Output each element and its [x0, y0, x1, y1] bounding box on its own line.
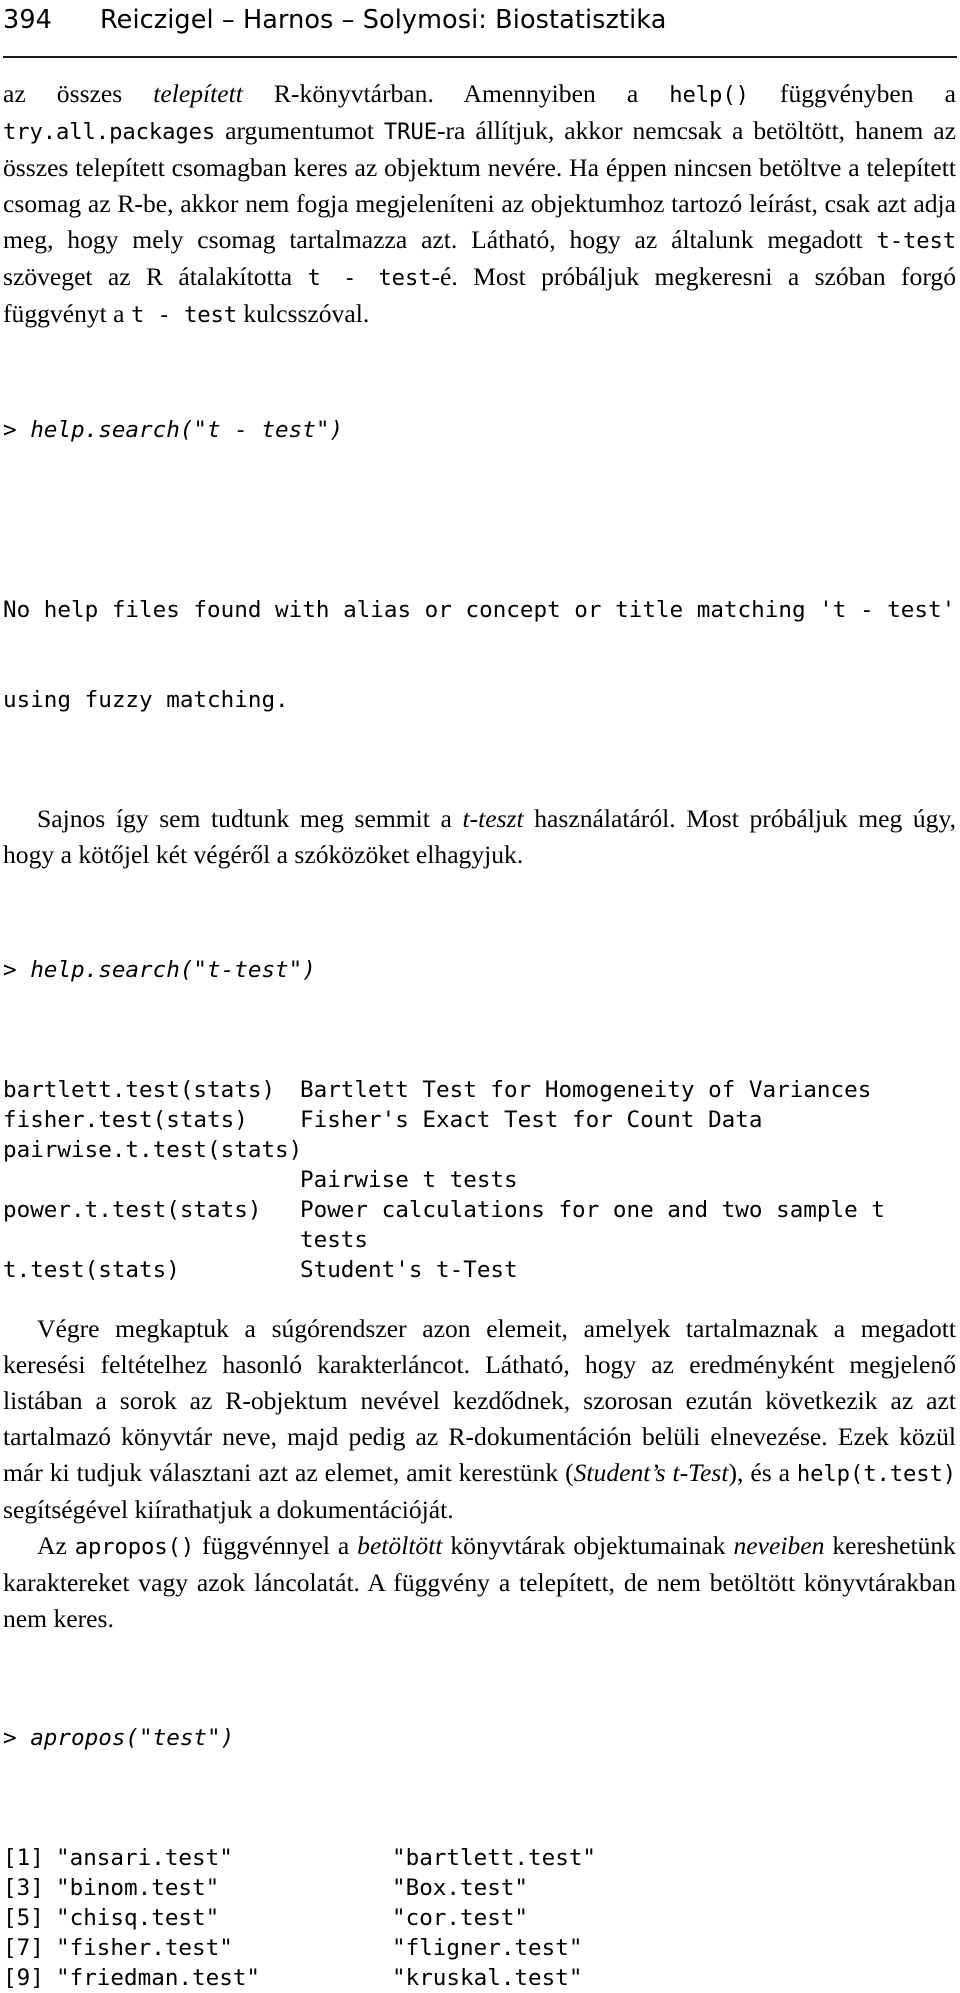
help-result-description: Student's t-Test [300, 1257, 518, 1283]
paragraph-1: az összes telepített R-könyvtárban. Amen… [3, 76, 956, 333]
code-output-1: No help files found with alias or concep… [3, 535, 960, 775]
p1-seg8-code: TRUE [383, 119, 437, 145]
apropos-result-col2: "Box.test" [392, 1875, 529, 1901]
p1-seg7: argumentumot [215, 116, 384, 145]
code-line: > help.search("t-test") [3, 957, 316, 983]
apropos-result-col2: "cor.test" [392, 1905, 529, 1931]
p1-seg3: R-könyvtárban. Amennyiben a [242, 79, 670, 108]
help-result-row: tests [3, 1225, 960, 1255]
p3-seg2-italic: Student’s t-Test [573, 1458, 729, 1487]
apropos-result-col2: "kruskal.test" [392, 1965, 583, 1991]
help-result-description: tests [300, 1227, 369, 1253]
apropos-results-list: [1] "ansari.test" "bartlett.test" [3] "binom… [3, 1843, 960, 1993]
p4-seg6-italic: neveiben [733, 1531, 825, 1560]
apropos-result-col2: "fligner.test" [392, 1935, 583, 1961]
help-result-name: pairwise.t.test(stats) [3, 1137, 303, 1163]
apropos-result-col1: "fisher.test" [56, 1935, 233, 1961]
help-result-description: Bartlett Test for Homogeneity of Varianc… [300, 1077, 872, 1103]
p1-seg5: függvényben a [748, 79, 956, 108]
apropos-result-col1: "chisq.test" [56, 1905, 220, 1931]
code-input-1: > help.search("t - test") [3, 355, 960, 505]
apropos-result-col2: "bartlett.test" [392, 1845, 597, 1871]
paragraph-2-block: Sajnos így sem tudtunk meg semmit a t-te… [3, 801, 956, 873]
p1-seg4-code: help() [669, 82, 749, 108]
apropos-result-row: [9] "friedman.test" "kruskal.test" [3, 1963, 960, 1993]
p1-seg11: szöveget az R átalakította [3, 262, 308, 291]
help-result-row: fisher.test(stats) Fisher's Exact Test fo… [3, 1105, 960, 1135]
help-result-name: bartlett.test(stats) [3, 1077, 276, 1103]
document-page: 394 Reiczigel – Harnos – Solymosi: Biost… [0, 0, 960, 1991]
paragraph-1-block: az összes telepített R-könyvtárban. Amen… [3, 76, 956, 333]
apropos-result-row: [7] "fisher.test" "fligner.test" [3, 1933, 960, 1963]
paragraph-2: Sajnos így sem tudtunk meg semmit a t-te… [3, 801, 956, 873]
apropos-result-index: [3] [3, 1875, 44, 1901]
apropos-result-col1: "binom.test" [56, 1875, 220, 1901]
p4-seg5: könyvtárak objektumainak [442, 1531, 734, 1560]
help-result-row: pairwise.t.test(stats) [3, 1135, 960, 1165]
p3-seg3: ), és a [728, 1458, 797, 1487]
p4-seg4-italic: betöltött [357, 1531, 443, 1560]
code-input-2: > help.search("t-test") [3, 895, 960, 1045]
apropos-result-row: [5] "chisq.test" "cor.test" [3, 1903, 960, 1933]
apropos-result-row: [1] "ansari.test" "bartlett.test" [3, 1843, 960, 1873]
help-result-description: Fisher's Exact Test for Count Data [300, 1107, 763, 1133]
help-search-results-table: bartlett.test(stats) Bartlett Test for Ho… [3, 1075, 960, 1285]
code-line: using fuzzy matching. [3, 687, 289, 713]
p4-seg2-code: apropos() [74, 1534, 195, 1560]
p2-seg2-italic: t-teszt [462, 804, 524, 833]
page-number: 394 [3, 5, 52, 35]
help-result-name: power.t.test(stats) [3, 1197, 262, 1223]
paragraph-4: Az apropos() függvénnyel a betöltött kön… [3, 1528, 956, 1637]
p1-seg10-code: t-test [876, 228, 956, 254]
help-result-row: bartlett.test(stats) Bartlett Test for Ho… [3, 1075, 960, 1105]
apropos-result-col1: "ansari.test" [56, 1845, 233, 1871]
p3-seg5: segítségével kiírathatjuk a dokumentáció… [3, 1495, 454, 1524]
running-head: 394 Reiczigel – Harnos – Solymosi: Biost… [3, 0, 957, 58]
p1-seg1: az összes [3, 79, 154, 108]
running-title: Reiczigel – Harnos – Solymosi: Biostatis… [100, 5, 667, 35]
p2-seg1: Sajnos így sem tudtunk meg semmit a [37, 804, 463, 833]
help-result-row: power.t.test(stats) Power calculations fo… [3, 1195, 960, 1225]
p1-seg6-code: try.all.packages [3, 119, 216, 145]
apropos-result-row: [3] "binom.test" "Box.test" [3, 1873, 960, 1903]
apropos-result-col1: "friedman.test" [56, 1965, 261, 1991]
paragraph-3: Végre megkaptuk a súgórendszer azon elem… [3, 1311, 956, 1528]
apropos-result-index: [9] [3, 1965, 44, 1991]
p1-seg2-italic: telepített [153, 79, 243, 108]
apropos-result-index: [7] [3, 1935, 44, 1961]
help-result-row: Pairwise t tests [3, 1165, 960, 1195]
help-result-description: Power calculations for one and two sampl… [300, 1197, 885, 1223]
p1-seg14-code: t - test [130, 302, 238, 328]
apropos-result-index: [5] [3, 1905, 44, 1931]
code-line: > help.search("t - test") [3, 417, 344, 443]
help-result-name: fisher.test(stats) [3, 1107, 248, 1133]
code-input-3: > apropos("test") [3, 1663, 960, 1813]
code-line: No help files found with alias or concep… [3, 597, 956, 623]
p4-seg1: Az [37, 1531, 75, 1560]
p1-seg12-code: t - test [307, 265, 432, 291]
help-result-description: Pairwise t tests [300, 1167, 518, 1193]
help-result-row: t.test(stats) Student's t-Test [3, 1255, 960, 1285]
help-result-name: t.test(stats) [3, 1257, 180, 1283]
paragraph-3-block: Végre megkaptuk a súgórendszer azon elem… [3, 1311, 956, 1637]
p4-seg3: függvénnyel a [194, 1531, 358, 1560]
p1-seg15: kulcsszóval. [237, 299, 370, 328]
p3-seg4-code: help(t.test) [796, 1461, 957, 1487]
code-line: > apropos("test") [3, 1725, 235, 1751]
apropos-result-index: [1] [3, 1845, 44, 1871]
